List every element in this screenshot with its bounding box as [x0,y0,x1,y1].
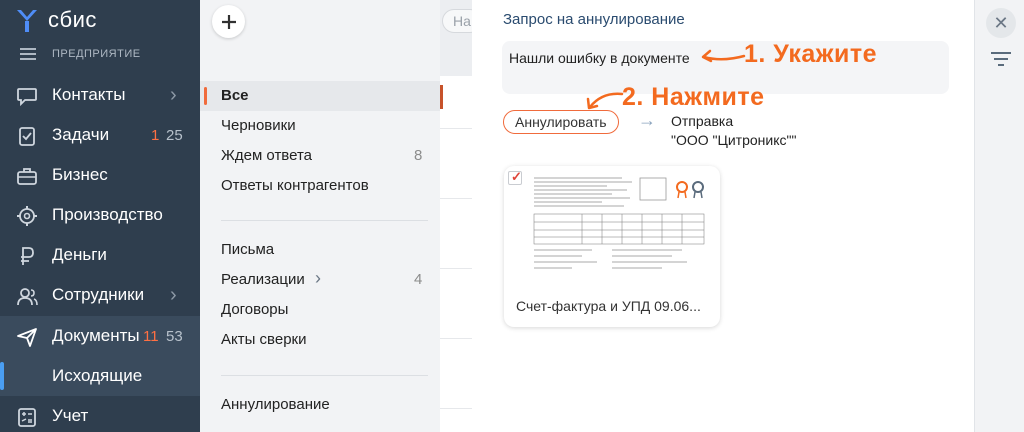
route-text: Отправка "ООО "Цитроникс"" [671,113,797,148]
row-divider [440,198,472,199]
sbis-logo-icon [17,10,37,32]
row-divider [440,268,472,269]
panel-title: Запрос на аннулирование [503,11,685,28]
nav-item-production[interactable]: Производство [0,195,200,235]
hint-arrow-icon [701,49,746,63]
folder-label: Аннулирование [221,396,330,413]
folder-all[interactable]: Все [200,81,440,111]
org-selector[interactable]: ПРЕДПРИЯТИЕ [20,48,141,60]
folder-label: Все [221,87,249,104]
create-button[interactable] [212,5,245,38]
nav-subitem-outgoing[interactable]: Исходящие [0,356,200,396]
menu-icon [20,48,36,60]
nav-item-label: Контакты [52,85,126,104]
calculator-icon [18,408,36,427]
divider [221,220,428,221]
nav-item-money[interactable]: Деньги [0,235,200,275]
nav-item-employees[interactable]: Сотрудники › [0,275,200,315]
gear-icon [17,206,37,226]
list-content [440,76,472,432]
arrow-right-icon: → [638,110,656,130]
active-indicator [0,362,4,390]
folder-label: Ждем ответа [221,147,312,164]
right-rail: ✕ [974,0,1024,432]
chat-icon [17,88,37,107]
nav-item-label: Сотрудники [52,285,145,304]
folder-annulment[interactable]: Аннулирование [200,390,440,420]
nav-subitem-label: Исходящие [52,366,143,385]
documents-list: На [440,0,482,432]
nav-item-label: Задачи [52,125,110,144]
nav-item-business[interactable]: Бизнес [0,155,200,195]
filter-icon[interactable] [991,50,1011,68]
document-checkbox[interactable]: ✓ [508,169,522,185]
folder-sales[interactable]: Реализации › 4 [200,265,440,295]
row-divider [440,408,472,409]
plus-icon [221,14,236,29]
selected-indicator [204,87,207,105]
briefcase-icon [17,168,37,185]
folder-letters[interactable]: Письма [200,235,440,265]
folder-label: Реализации [221,271,305,288]
total-count: 53 [166,327,183,345]
row-status-marker [440,85,443,109]
nav-item-documents[interactable]: Документы 11 53 [0,316,200,356]
brand-logo[interactable]: сбис [14,6,97,34]
ruble-icon [21,247,34,265]
divider [221,375,428,376]
org-label: ПРЕДПРИЯТИЕ [52,48,141,60]
folder-label: Договоры [221,301,289,318]
task-icon [19,127,35,146]
folders-panel: Все Черновики Ждем ответа 8 Ответы контр… [200,0,440,432]
chevron-right-icon[interactable]: › [315,268,321,289]
document-name: Счет-фактура и УПД 09.06... [516,298,701,314]
main-navigation: сбис ПРЕДПРИЯТИЕ Контакты › Задачи 1 25 [0,0,200,432]
comment-text: Нашли ошибку в документе [509,50,690,66]
new-count-badge: 11 [143,327,159,345]
row-divider [440,128,472,129]
checkmark-icon: ✓ [511,169,522,184]
folder-contracts[interactable]: Договоры [200,295,440,325]
row-divider [440,338,472,339]
hint-press: 2. Нажмите [622,83,765,111]
nav-item-label: Учет [52,406,89,425]
hint-arrow-icon [586,92,624,110]
chevron-right-icon: › [170,83,177,106]
folder-label: Ответы контрагентов [221,177,369,194]
close-icon: ✕ [993,12,1009,33]
folder-awaiting-reply[interactable]: Ждем ответа 8 [200,141,440,171]
folder-label: Акты сверки [221,331,307,348]
folder-count: 8 [414,147,423,164]
nav-item-contacts[interactable]: Контакты › [0,75,200,115]
folder-reconciliation-acts[interactable]: Акты сверки [200,325,440,355]
nav-item-accounting[interactable]: Учет [0,396,200,432]
close-button[interactable]: ✕ [986,8,1016,38]
total-count: 25 [166,126,183,144]
folder-drafts[interactable]: Черновики [200,111,440,141]
annulment-request-panel: Запрос на аннулирование Нашли ошибку в д… [472,0,974,432]
folder-counterparty-replies[interactable]: Ответы контрагентов [200,171,440,201]
document-thumbnail [512,170,712,276]
brand-name: сбис [48,7,97,32]
send-icon [17,328,37,347]
folder-label: Письма [221,241,275,258]
chevron-right-icon: › [170,283,177,306]
nav-item-label: Деньги [52,245,107,264]
new-count-badge: 1 [151,126,160,144]
nav-item-label: Бизнес [52,165,108,184]
folder-count: 4 [414,271,423,288]
document-card[interactable]: ✓ Счет-фактура и УПД 09.06... [504,166,720,327]
people-icon [17,288,38,306]
hint-specify: 1. Укажите [744,40,878,68]
nav-item-label: Производство [52,205,163,224]
nav-item-tasks[interactable]: Задачи 1 25 [0,115,200,155]
annul-button[interactable]: Аннулировать [503,110,619,134]
folder-label: Черновики [221,117,296,134]
nav-item-label: Документы [52,326,140,345]
